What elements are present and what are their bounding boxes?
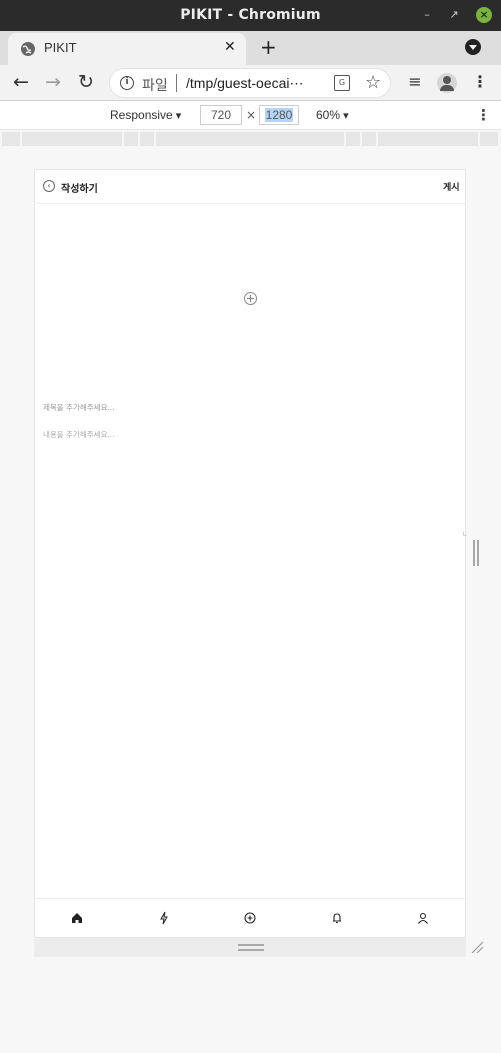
app-header: ‹ 작성하기 게시 (35, 170, 465, 204)
reload-icon[interactable]: ↻ (75, 71, 97, 93)
url-separator (176, 74, 177, 92)
media-query-segment[interactable] (140, 132, 154, 146)
media-query-bar[interactable] (0, 130, 501, 148)
url-text[interactable]: /tmp/guest-oecai⋯ (186, 75, 304, 92)
textarea-resize-grip[interactable]: ∟ (462, 530, 468, 538)
window-titlebar: PIKIT - Chromium – ↗ × (0, 0, 501, 31)
file-scheme-label: 파일 (142, 78, 168, 94)
media-queue-icon[interactable]: ≡ (404, 71, 426, 93)
flash-icon[interactable] (157, 911, 171, 925)
tab-strip: PIKIT ✕ + (0, 31, 501, 65)
viewport-height-value: 1280 (264, 108, 294, 122)
viewport-height-input[interactable]: 1280 (259, 105, 299, 125)
page-title: 작성하기 (61, 184, 98, 195)
media-query-segment[interactable] (124, 132, 138, 146)
back-icon[interactable]: ← (10, 71, 32, 93)
address-bar[interactable]: i 파일 /tmp/guest-oecai⋯ G ☆ (109, 68, 391, 98)
media-query-segment[interactable] (22, 132, 122, 146)
new-tab-button[interactable]: + (260, 35, 277, 59)
dimension-separator: × (246, 108, 257, 122)
media-query-segment[interactable] (362, 132, 376, 146)
add-post-icon[interactable] (243, 911, 257, 925)
device-toolbar-more-icon[interactable]: ⋮ (476, 106, 491, 124)
bottom-resize-handle[interactable] (238, 944, 264, 951)
device-mode-select[interactable]: Responsive (110, 108, 181, 122)
title-input[interactable]: 제목을 추가해주세요... (43, 402, 443, 413)
device-toolbar: Responsive 720 × 1280 60% ⋮ (0, 102, 501, 130)
zoom-select[interactable]: 60% (316, 108, 349, 122)
back-chevron-icon[interactable]: ‹ (43, 180, 55, 192)
tab-title: PIKIT (44, 40, 77, 55)
bell-icon[interactable] (330, 911, 344, 925)
globe-icon (21, 42, 35, 56)
media-query-segment[interactable] (480, 132, 498, 146)
bottom-navigation (35, 898, 465, 937)
tab-close-icon[interactable]: ✕ (224, 39, 236, 55)
media-query-segment[interactable] (346, 132, 360, 146)
close-window-icon[interactable]: × (476, 7, 492, 23)
home-icon[interactable] (70, 911, 84, 925)
corner-resize-icon[interactable] (470, 940, 484, 954)
media-query-segment[interactable] (2, 132, 20, 146)
tab-pikit[interactable]: PIKIT ✕ (8, 33, 246, 65)
minimize-icon[interactable]: – (420, 8, 434, 22)
translate-icon[interactable]: G (334, 75, 350, 91)
browser-toolbar: ← → ↻ i 파일 /tmp/guest-oecai⋯ G ☆ ≡ ⋮ (0, 65, 501, 101)
user-icon[interactable] (416, 911, 430, 925)
media-query-segment[interactable] (156, 132, 344, 146)
content-textarea[interactable]: 내용을 추가해주세요... (43, 429, 443, 440)
info-icon[interactable]: i (120, 76, 134, 90)
media-query-segment[interactable] (378, 132, 478, 146)
device-viewport: ‹ 작성하기 게시 제목을 추가해주세요... 내용을 추가해주세요... ∟ (34, 169, 468, 938)
tab-search-icon[interactable] (465, 39, 481, 55)
forward-icon[interactable]: → (42, 71, 64, 93)
add-image-icon[interactable] (244, 292, 257, 305)
maximize-icon[interactable]: ↗ (447, 8, 461, 22)
bookmark-star-icon[interactable]: ☆ (365, 72, 381, 93)
post-button[interactable]: 게시 (443, 180, 460, 193)
menu-kebab-icon[interactable]: ⋮ (469, 71, 491, 93)
profile-icon[interactable] (437, 73, 457, 93)
viewport-width-input[interactable]: 720 (200, 105, 242, 125)
right-resize-handle[interactable] (473, 540, 479, 566)
